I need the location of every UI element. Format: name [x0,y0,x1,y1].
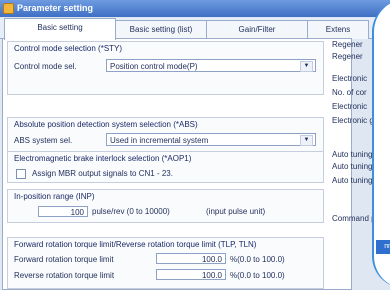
control-mode-group: Control mode selection (*STY) Control mo… [7,41,324,95]
brake-group: Electromagnetic brake interlock selectio… [7,151,324,183]
inposition-unit: pulse/rev (0 to 10000) [92,207,170,216]
window-title: Parameter setting [17,3,94,13]
torque-group-title: Forward rotation torque limit/Reverse ro… [14,240,257,249]
inposition-note: (input pulse unit) [206,207,266,216]
forward-torque-input[interactable]: 100.0 [156,253,226,264]
abs-value: Used in incremental system [110,136,209,145]
regen-label-1: Regener [332,40,363,49]
control-mode-label: Control mode sel. [14,62,77,71]
inposition-input[interactable]: 100 [38,206,88,217]
forward-torque-label: Forward rotation torque limit [14,255,114,264]
tab-gain-filter[interactable]: Gain/Filter [206,20,308,39]
tab-extension[interactable]: Extens [307,20,369,39]
reverse-torque-input[interactable]: 100.0 [156,269,226,280]
reverse-torque-label: Reverse rotation torque limit [14,271,115,280]
abs-group: Absolute position detection system selec… [7,117,324,153]
forward-torque-unit: %(0.0 to 100.0) [230,255,285,264]
tab-basic-setting-list[interactable]: Basic setting (list) [115,20,207,39]
command-label: Command p [332,214,376,223]
abs-label: ABS system sel. [14,136,73,145]
basic-setting-panel: Control mode selection (*STY) Control mo… [2,38,352,290]
abs-group-title: Absolute position detection system selec… [14,120,198,129]
reverse-torque-unit: %(0.0 to 100.0) [230,271,285,280]
brake-group-title: Electromagnetic brake interlock selectio… [14,154,192,163]
abs-select[interactable]: Used in incremental system ▼ [106,133,316,146]
auto-tuning-label-1: Auto tuning r [332,150,378,159]
control-mode-select[interactable]: Position control mode(P) ▼ [106,59,316,72]
num-of-con-label: No. of cor [332,88,367,97]
window-titlebar: Parameter setting [0,0,390,17]
regen-label-2: Regener [332,52,363,61]
torque-group: Forward rotation torque limit/Reverse ro… [7,237,324,289]
tab-bar: Basic setting Basic setting (list) Gain/… [0,18,390,40]
electronic-label-2: Electronic [332,102,368,111]
mbr-checkbox-label: Assign MBR output signals to CN1 - 23. [32,169,173,178]
chevron-down-icon[interactable]: ▼ [300,61,313,72]
tooltip-bubble: ᴨᴨ [372,0,390,288]
electronic-label: Electronic [332,74,368,83]
app-icon [3,3,14,14]
pulse-waveform-icon: ᴨᴨ [376,240,390,254]
chevron-down-icon[interactable]: ▼ [300,135,313,146]
inposition-group: In-position range (INP) 100 pulse/rev (0… [7,189,324,223]
control-mode-group-title: Control mode selection (*STY) [14,44,123,53]
electronic-label-3: Electronic g [332,116,374,125]
control-mode-value: Position control mode(P) [110,62,198,71]
mbr-checkbox[interactable] [16,169,26,179]
inposition-group-title: In-position range (INP) [14,192,95,201]
tab-basic-setting[interactable]: Basic setting [4,18,116,40]
